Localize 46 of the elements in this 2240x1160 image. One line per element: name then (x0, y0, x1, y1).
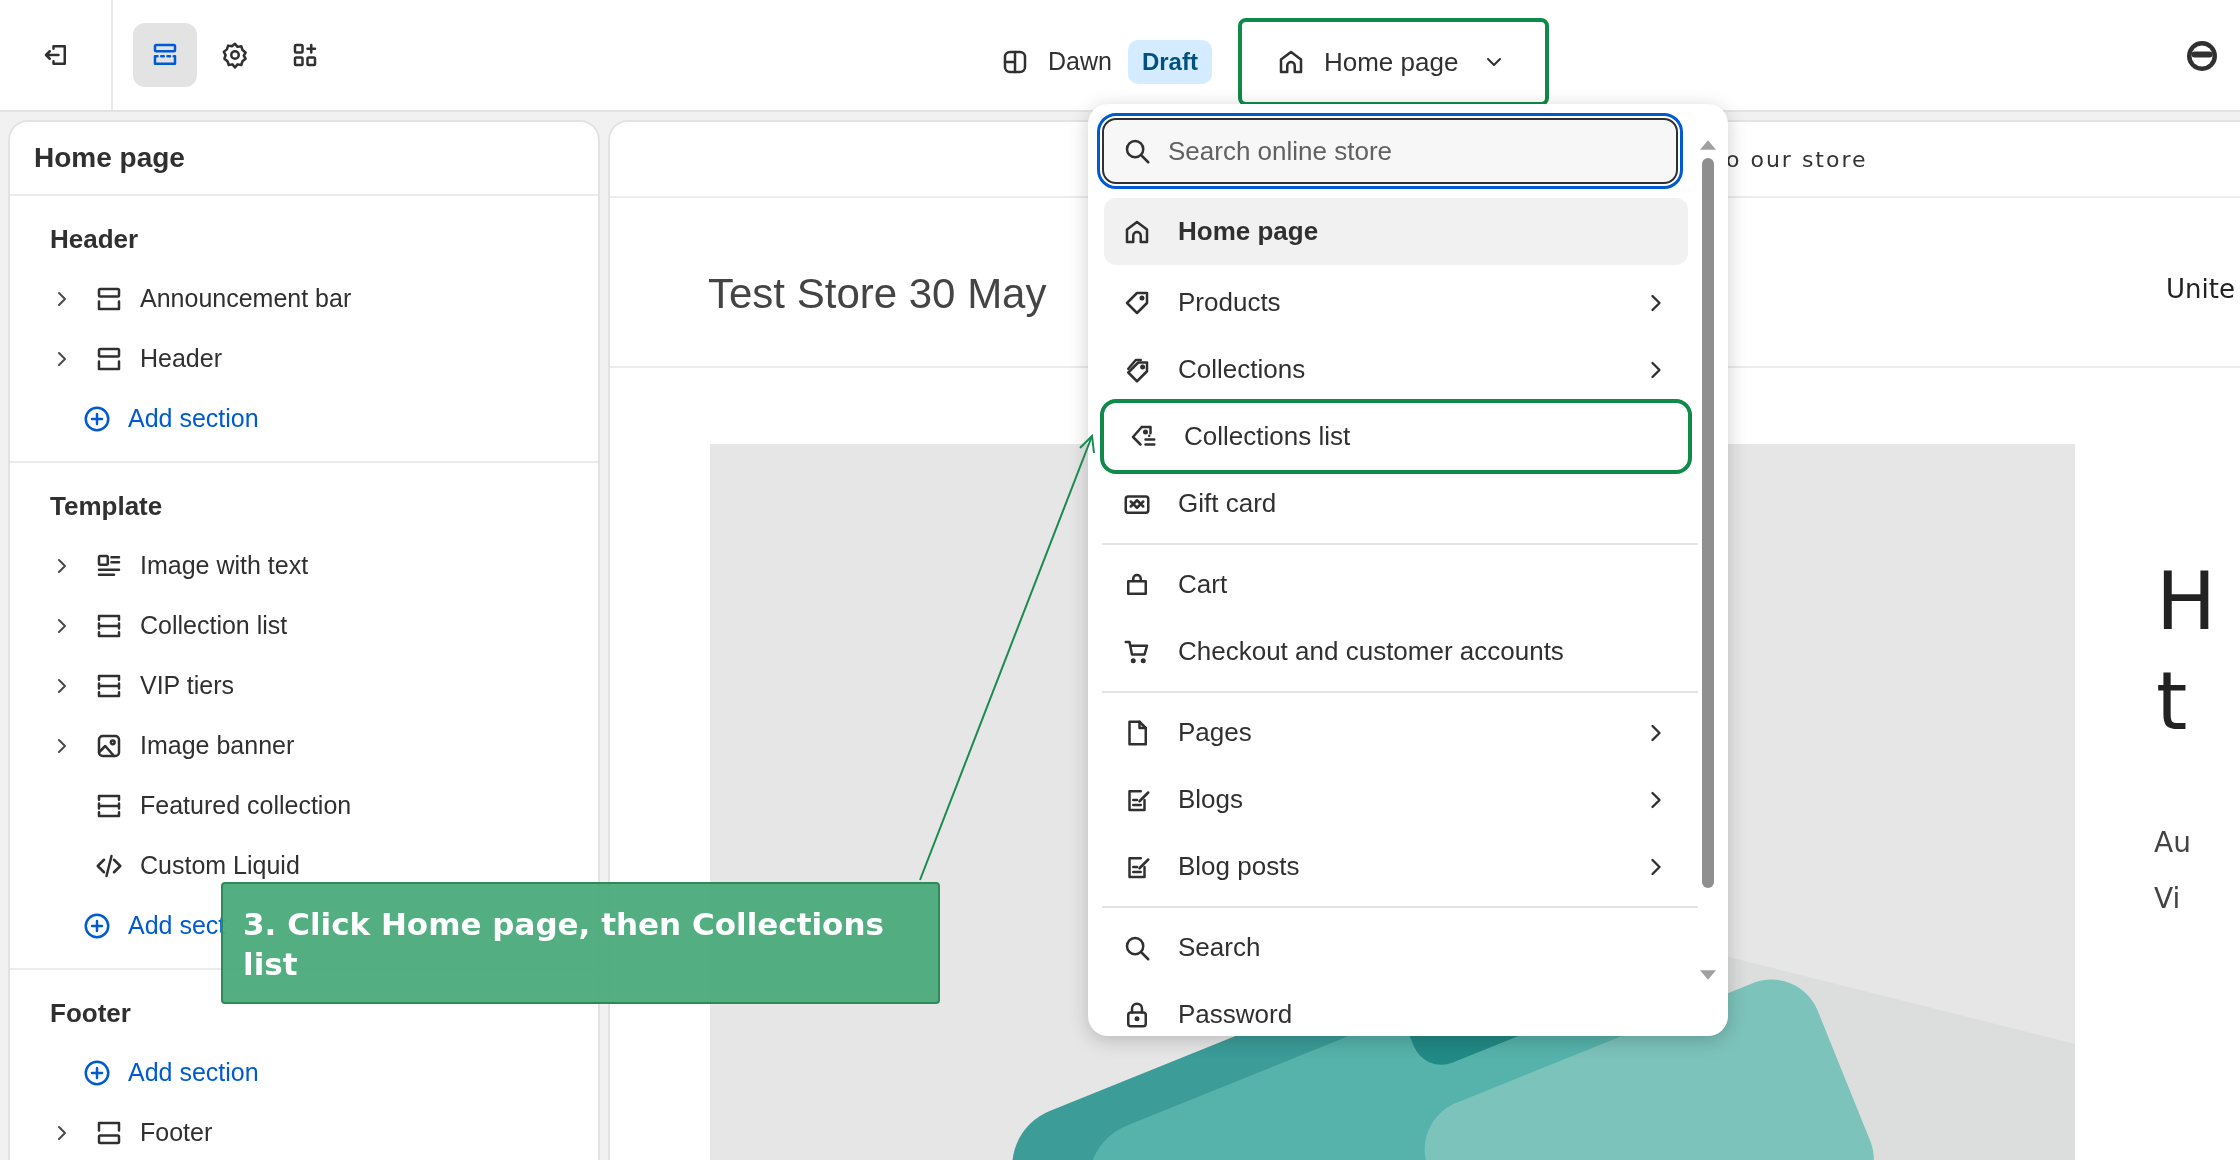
menu-item[interactable]: Collections list (1104, 403, 1688, 470)
section-item[interactable]: Featured collection (140, 787, 352, 825)
menu-item[interactable]: Home page (1104, 198, 1688, 265)
section-item[interactable]: VIP tiers (140, 667, 235, 705)
banner-text: Vi (2154, 881, 2181, 917)
page-selector[interactable]: Home page (1241, 22, 1545, 102)
menu-item[interactable]: Checkout and customer accounts (1104, 618, 1688, 685)
scroll-down-icon[interactable] (1700, 970, 1716, 980)
plus-circle-icon (82, 1058, 112, 1088)
store-name: Test Store 30 May (708, 269, 1047, 319)
banner-text: Au (2154, 825, 2191, 861)
scroll-up-icon[interactable] (1700, 140, 1716, 150)
avatar-icon[interactable] (2184, 38, 2220, 74)
country-selector[interactable]: Unite (2166, 270, 2235, 309)
menu-item[interactable]: Search (1104, 914, 1688, 981)
menu-item[interactable]: Blogs (1104, 766, 1688, 833)
settings-icon (220, 40, 250, 70)
add-section-link[interactable]: Add section (36, 389, 259, 449)
group-heading: Template (49, 490, 164, 523)
menu-item[interactable]: Blog posts (1104, 833, 1688, 900)
menu-item[interactable]: Pages (1104, 699, 1688, 766)
toolbar-button[interactable] (133, 23, 197, 87)
section-item[interactable]: Image with text (140, 547, 309, 585)
section-item[interactable]: Header (140, 340, 222, 378)
plus-circle-icon (82, 404, 112, 434)
group-heading: Header (49, 223, 140, 256)
section-item[interactable]: Announcement bar (140, 280, 352, 318)
plus-circle-icon (82, 911, 112, 941)
add-section-link[interactable]: Add section (36, 1043, 259, 1103)
section-item[interactable]: Collection list (140, 607, 288, 645)
panel-title: Home page (34, 141, 185, 175)
menu-item[interactable]: Password (1104, 981, 1688, 1036)
menu-item[interactable]: Cart (1104, 551, 1688, 618)
section-item[interactable]: Footer (140, 1114, 213, 1152)
menu-item[interactable]: Collections (1104, 336, 1688, 403)
status-badge: Draft (1127, 40, 1212, 84)
menu-item[interactable]: Products (1104, 269, 1688, 336)
scrollbar[interactable] (1700, 140, 1716, 980)
banner-heading: t (2156, 662, 2188, 742)
section-item[interactable]: Custom Liquid (140, 847, 300, 885)
theme-name: Dawn (1048, 46, 1112, 78)
tutorial-callout: 3. Click Home page, then Collections list (221, 882, 940, 1004)
banner-heading: H (2156, 562, 2217, 642)
group-heading: Footer (49, 997, 132, 1030)
menu-item[interactable]: Gift card (1104, 470, 1688, 537)
section-item[interactable]: Image banner (140, 727, 295, 765)
